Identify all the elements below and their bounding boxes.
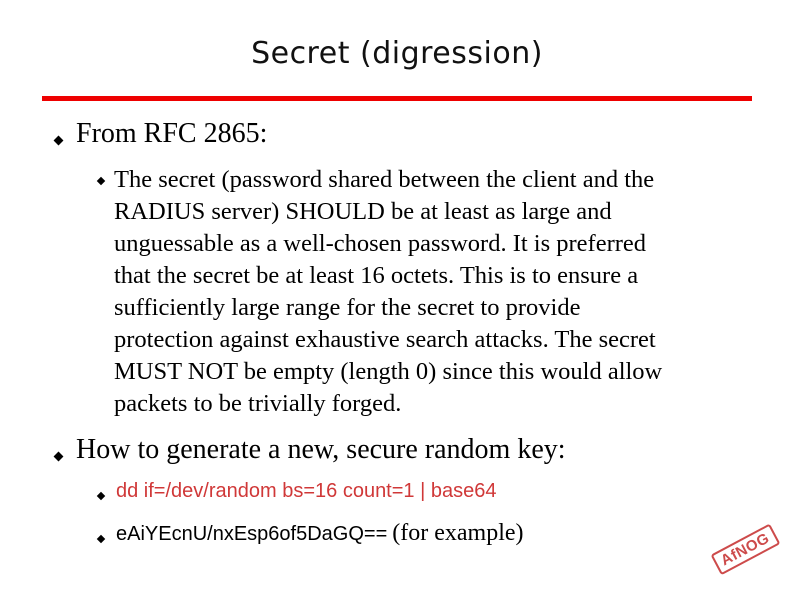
bullet-generate-heading: How to generate a new, secure random key… (76, 434, 566, 465)
example-key: eAiYEcnU/nxEsp6of5DaGQ== (116, 523, 388, 545)
bullet-rfc-heading: From RFC 2865: (76, 118, 268, 149)
rfc-quote-line: The secret (password shared between the … (114, 166, 655, 193)
title-divider (42, 96, 752, 101)
example-key-line: eAiYEcnU/nxEsp6of5DaGQ== (for example) (116, 520, 524, 547)
bullet-diamond-icon (96, 491, 106, 501)
bullet-diamond-icon (96, 534, 106, 544)
rfc-quote-line: RADIUS server) SHOULD be at least as lar… (114, 198, 612, 225)
rfc-quote-line: unguessable as a well-chosen password. I… (114, 230, 647, 257)
rfc-quote-line: sufficiently large range for the secret … (114, 294, 581, 321)
command-line: dd if=/dev/random bs=16 count=1 | base64 (116, 480, 497, 502)
rfc-quote-line: that the secret be at least 16 octets. T… (114, 262, 639, 289)
example-note: (for example) (392, 520, 524, 546)
afnog-stamp-logo: AfNOG (710, 523, 781, 576)
bullet-diamond-icon (53, 451, 64, 462)
rfc-quote-line: packets to be trivially forged. (114, 390, 402, 417)
rfc-quote-line: MUST NOT be empty (length 0) since this … (114, 358, 663, 385)
bullet-diamond-icon (96, 176, 106, 186)
bullet-diamond-icon (53, 135, 64, 146)
rfc-quote: The secret (password shared between the … (114, 164, 754, 420)
slide-title: Secret (digression) (251, 36, 543, 71)
rfc-quote-line: protection against exhaustive search att… (114, 326, 656, 353)
